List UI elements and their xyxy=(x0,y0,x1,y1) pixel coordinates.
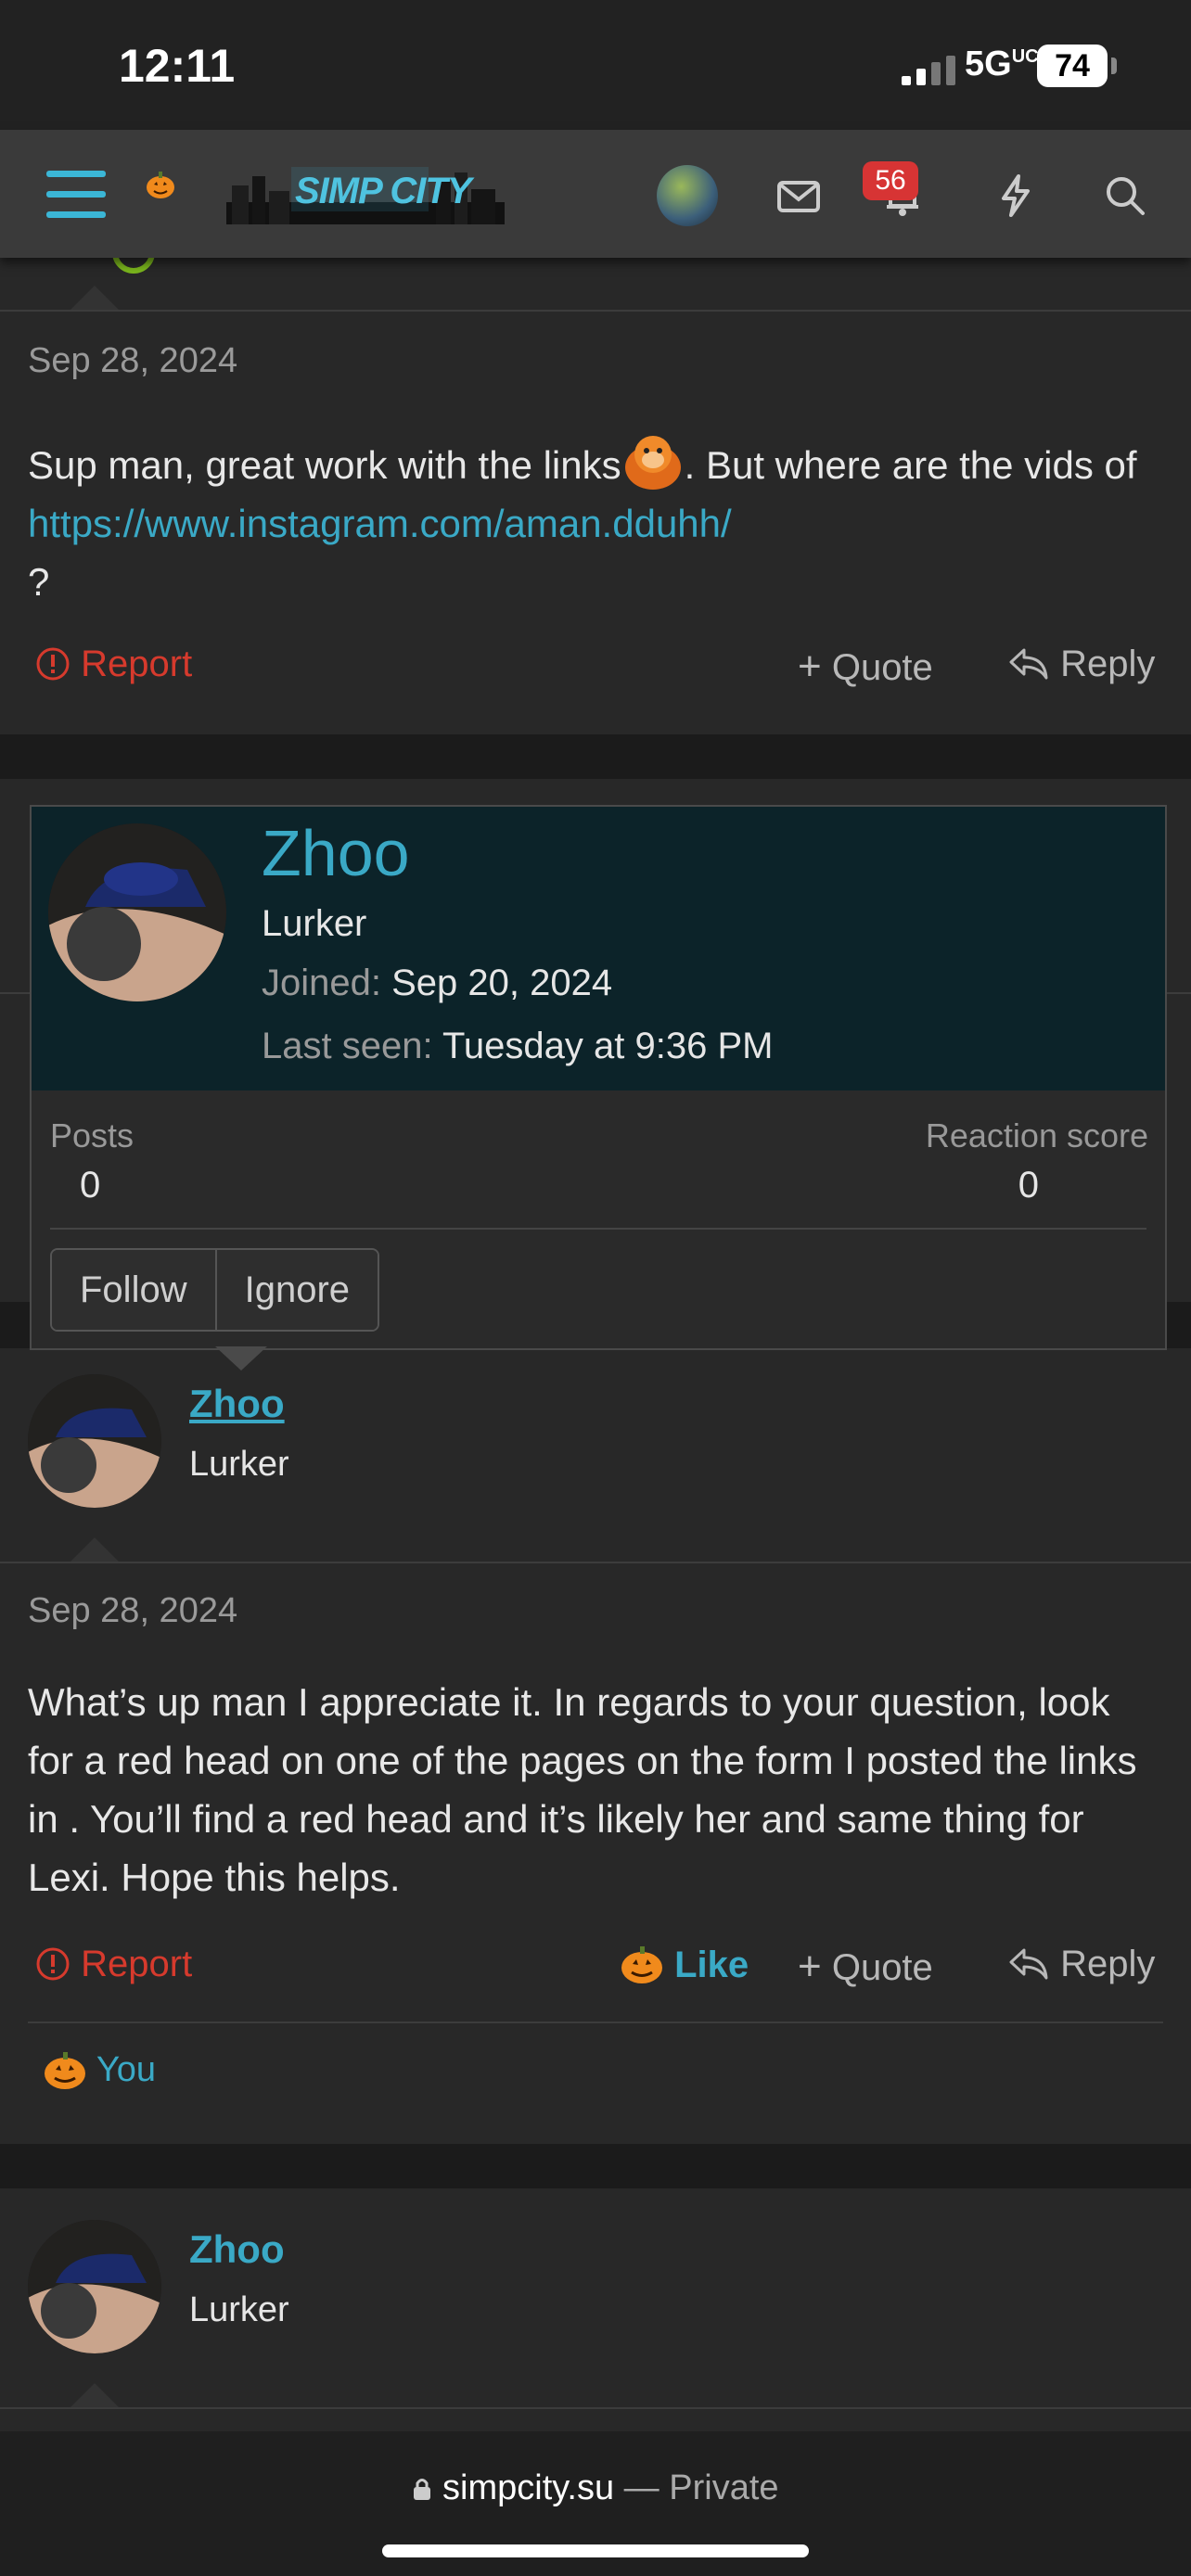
post-date[interactable]: Sep 28, 2024 xyxy=(28,341,237,381)
lightning-icon[interactable] xyxy=(991,171,1041,221)
post-author-name[interactable]: Zhoo xyxy=(189,1382,285,1426)
user-tooltip-card: Zhoo Lurker Joined: Sep 20, 2024 Last se… xyxy=(30,805,1167,1350)
signal-icon xyxy=(902,56,955,85)
report-button[interactable]: Report xyxy=(35,1944,192,1985)
url-display[interactable]: simpcity.su — Private xyxy=(0,2468,1191,2508)
popup-divider xyxy=(50,1228,1146,1230)
battery-level: 74 xyxy=(1037,45,1108,87)
reaction-score-value: 0 xyxy=(1018,1165,1039,1205)
post-author-role: Lurker xyxy=(189,2290,289,2329)
network-type: 5GUC xyxy=(965,45,1039,83)
pumpkin-icon xyxy=(45,2052,85,2089)
post-date[interactable]: Sep 28, 2024 xyxy=(28,1591,237,1631)
post-divider xyxy=(0,310,1191,312)
post-author-avatar[interactable] xyxy=(28,2220,161,2353)
menu-icon[interactable] xyxy=(46,171,106,219)
posts-label: Posts xyxy=(50,1116,134,1154)
tooltip-pointer xyxy=(215,1346,267,1371)
user-tooltip-name[interactable]: Zhoo xyxy=(262,816,410,890)
post-pointer xyxy=(69,286,121,312)
pumpkin-icon xyxy=(621,1946,662,1983)
user-avatar-large[interactable] xyxy=(48,823,226,1001)
post-pointer xyxy=(69,2383,121,2409)
pumpkin-icon xyxy=(147,172,174,198)
status-time: 12:11 xyxy=(119,40,236,92)
quote-button[interactable]: + Quote xyxy=(798,644,933,690)
search-icon[interactable] xyxy=(1100,171,1150,221)
status-bar: 12:11 5GUC 74 xyxy=(0,0,1191,130)
reactions-divider xyxy=(28,2021,1163,2023)
post-divider xyxy=(0,1562,1191,1563)
browser-address-bar[interactable]: simpcity.su — Private xyxy=(0,2431,1191,2576)
post-pointer xyxy=(69,1537,121,1563)
post-card: Zhoo Lurker xyxy=(0,2188,1191,2431)
plus-icon: + xyxy=(798,644,822,689)
post-author-role: Lurker xyxy=(189,1445,289,1484)
orange-monkey-emoji-icon xyxy=(621,430,685,490)
alert-icon xyxy=(36,647,70,681)
ignore-button[interactable]: Ignore xyxy=(214,1250,378,1330)
post-actions: Report Like + Quote Reply xyxy=(0,1944,1191,1999)
posts-count: 0 xyxy=(80,1165,101,1205)
joined-info: Joined: Sep 20, 2024 xyxy=(262,963,613,1003)
reaction-score-label: Reaction score xyxy=(925,1116,1148,1154)
post-body: Sup man, great work with the links . But… xyxy=(28,430,1159,611)
lock-icon xyxy=(414,2479,431,2500)
post-actions: Report + Quote Reply xyxy=(0,644,1191,699)
user-avatar[interactable] xyxy=(657,165,718,226)
quote-button[interactable]: + Quote xyxy=(798,1944,933,1990)
follow-button[interactable]: Follow xyxy=(52,1250,215,1330)
post-author-avatar[interactable] xyxy=(28,1374,161,1508)
like-button[interactable]: Like xyxy=(620,1944,749,1986)
site-logo[interactable]: SIMP CITY xyxy=(226,165,505,224)
plus-icon: + xyxy=(798,1944,822,1989)
report-button[interactable]: Report xyxy=(35,644,192,685)
post-body: What’s up man I appreciate it. In regard… xyxy=(28,1680,1137,1899)
notification-badge: 56 xyxy=(863,161,918,200)
instagram-link[interactable]: https://www.instagram.com/aman.dduhh/ xyxy=(28,502,732,545)
reply-button[interactable]: Reply xyxy=(1007,644,1155,685)
site-navbar: SIMP CITY 56 xyxy=(0,130,1191,258)
post-card: Sep 28, 2024 Sup man, great work with th… xyxy=(0,252,1191,734)
alert-icon xyxy=(36,1947,70,1981)
last-seen-info: Last seen: Tuesday at 9:36 PM xyxy=(262,1026,774,1066)
home-indicator[interactable] xyxy=(382,2544,809,2557)
post-card: Zhoo Lurker Sep 28, 2024 What’s up man I… xyxy=(0,1348,1191,2144)
reply-arrow-icon xyxy=(1009,1948,1048,1980)
logo-text: SIMP CITY xyxy=(295,171,472,211)
reply-button[interactable]: Reply xyxy=(1007,1944,1155,1985)
user-tooltip-header: Zhoo Lurker Joined: Sep 20, 2024 Last se… xyxy=(32,807,1165,1090)
reply-arrow-icon xyxy=(1009,648,1048,680)
post-divider xyxy=(0,2407,1191,2409)
battery-tip xyxy=(1111,57,1117,74)
user-tooltip-role: Lurker xyxy=(262,903,367,944)
post-author-name[interactable]: Zhoo xyxy=(189,2227,285,2272)
follow-ignore-group: Follow Ignore xyxy=(50,1248,380,1332)
reactions-summary[interactable]: You xyxy=(43,2049,156,2090)
mail-icon[interactable] xyxy=(774,171,824,221)
